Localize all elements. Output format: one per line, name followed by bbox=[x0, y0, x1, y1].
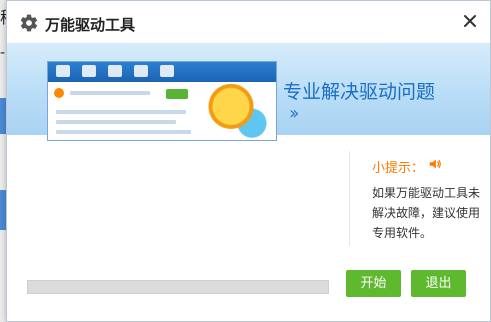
dialog-titlebar: 万能驱动工具 bbox=[7, 1, 490, 43]
double-chevron-right-icon: ›› bbox=[289, 103, 300, 124]
gear-icon bbox=[20, 14, 38, 32]
driver-tool-dialog: 万能驱动工具 专业解决驱动问题 ›› 小提示： 如果万能驱动工具未解决故障，建议… bbox=[6, 0, 491, 322]
exit-button[interactable]: 退出 bbox=[411, 270, 466, 297]
preview-button bbox=[166, 89, 188, 99]
progress-bar bbox=[27, 280, 329, 294]
speaker-icon bbox=[429, 159, 441, 169]
start-button[interactable]: 开始 bbox=[346, 270, 401, 297]
banner-heading: 专业解决驱动问题 bbox=[283, 81, 436, 103]
preview-warning-badge bbox=[54, 88, 64, 98]
app-preview-image bbox=[47, 61, 277, 141]
promo-banner: 专业解决驱动问题 ›› bbox=[7, 43, 490, 141]
tip-body: 如果万能驱动工具未解决故障，建议使用专用软件。 bbox=[372, 186, 481, 240]
close-icon[interactable] bbox=[462, 13, 478, 29]
mascot-illustration bbox=[203, 84, 273, 140]
tip-title: 小提示： bbox=[372, 161, 425, 176]
preview-toolbar bbox=[48, 62, 276, 82]
tip-panel: 小提示： 如果万能驱动工具未解决故障，建议使用专用软件。 bbox=[349, 151, 482, 246]
dialog-title: 万能驱动工具 bbox=[45, 16, 136, 34]
